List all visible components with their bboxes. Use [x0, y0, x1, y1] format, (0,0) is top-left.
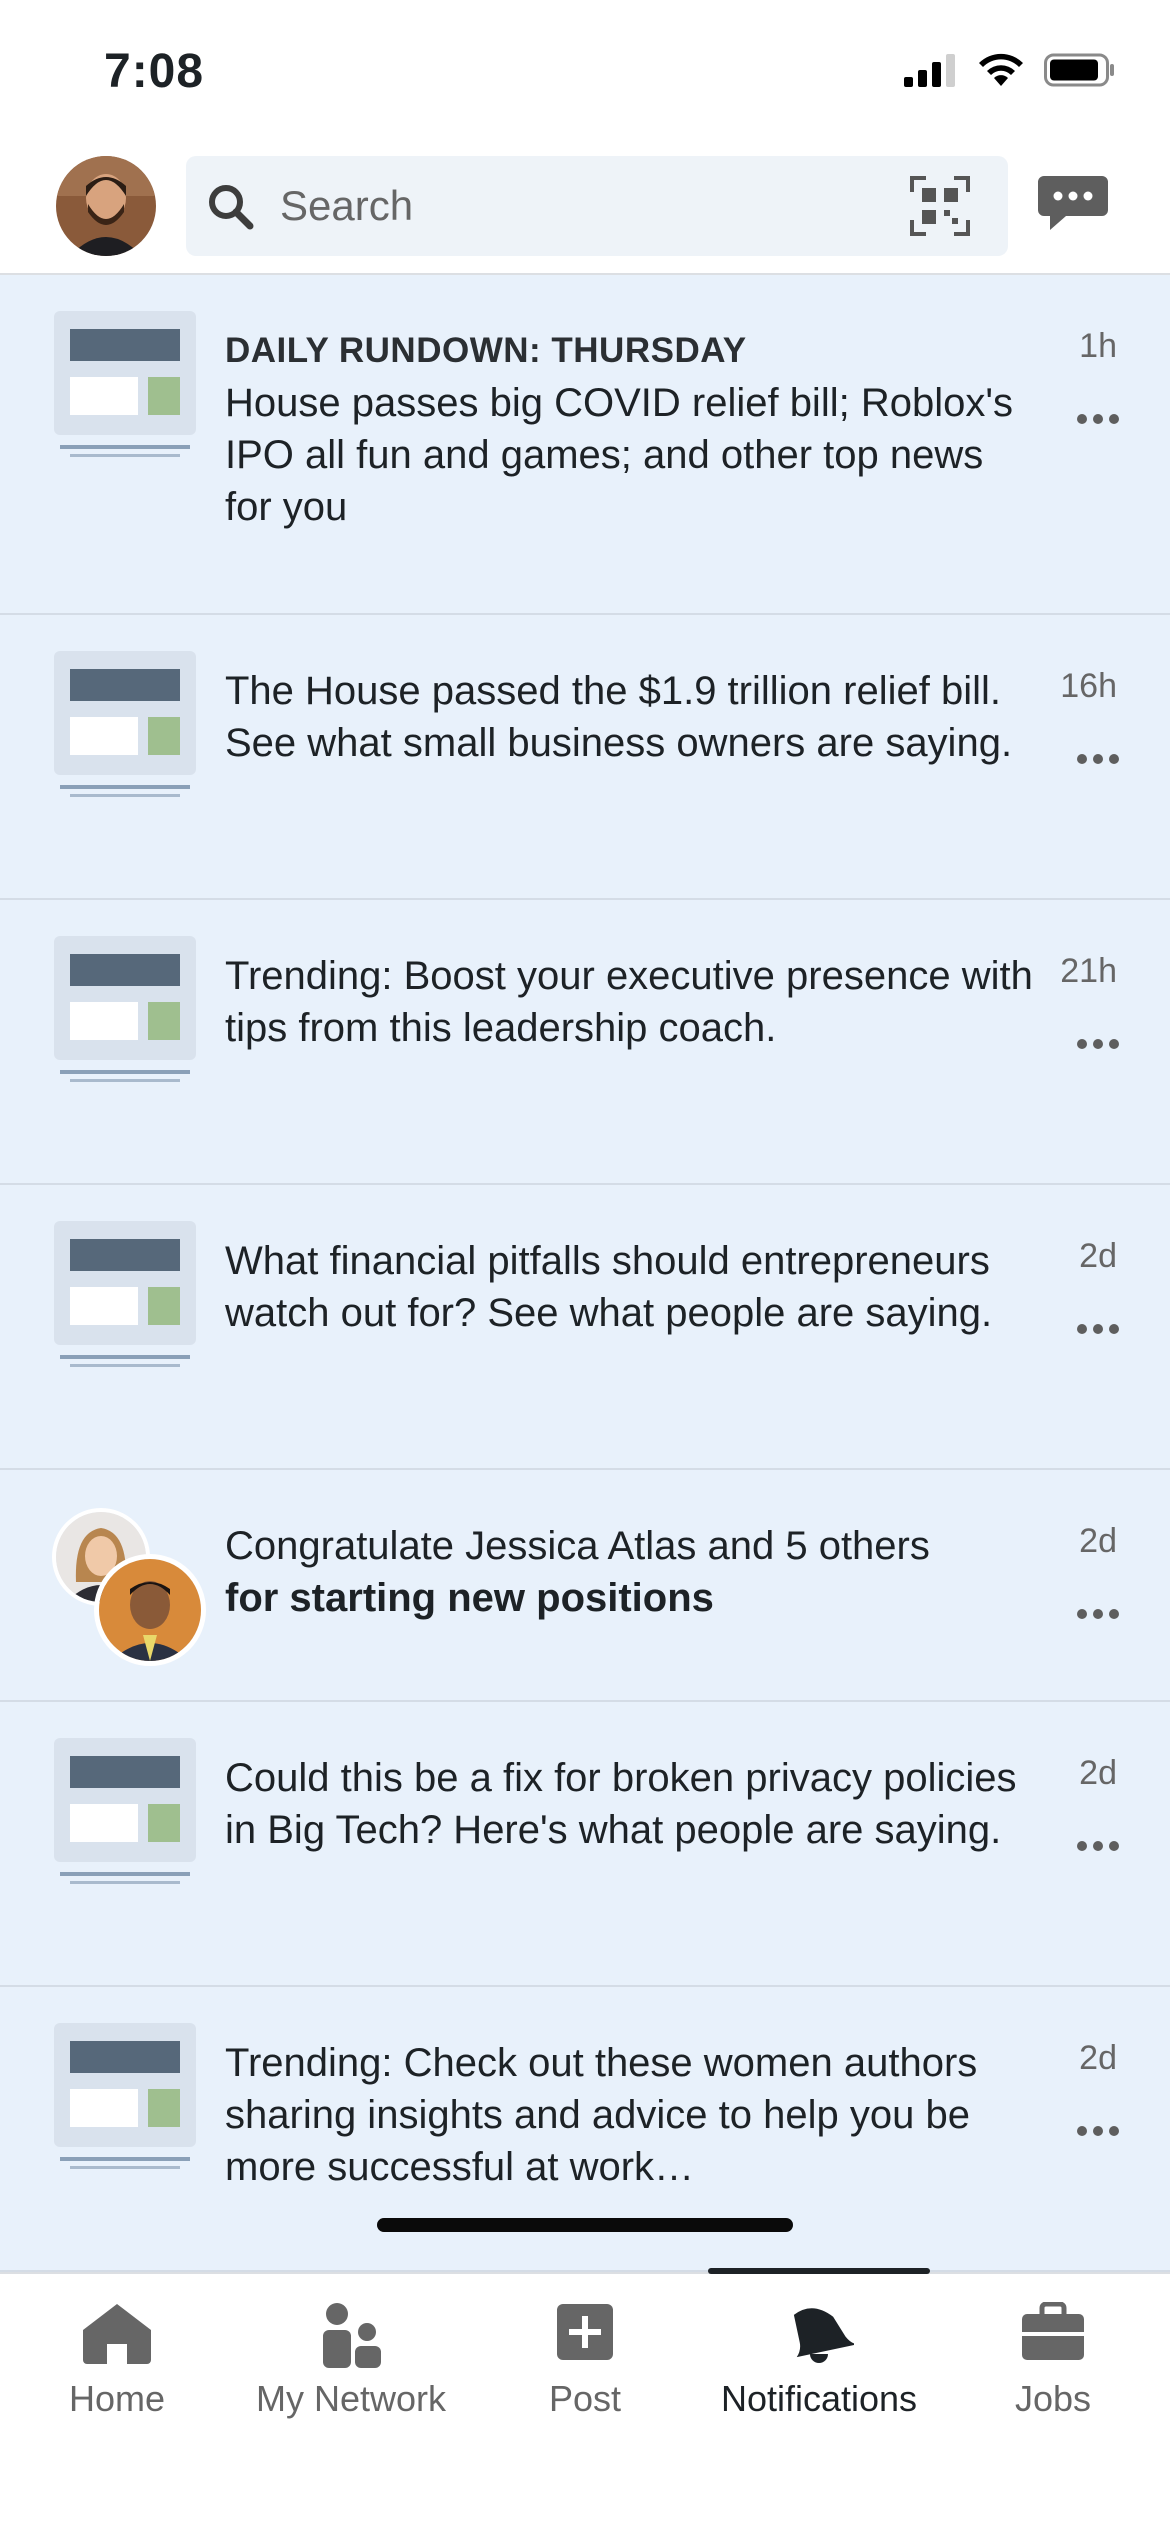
cellular-signal-icon [904, 54, 955, 87]
notifications-feed: DAILY RUNDOWN: THURSDAY House passes big… [0, 275, 1170, 2272]
people-avatars [52, 1508, 212, 1668]
search-icon [209, 185, 254, 230]
search-input[interactable]: Search [186, 156, 1008, 256]
bell-icon [793, 2308, 854, 2363]
notification-time: 2d [1079, 1754, 1117, 1792]
status-icons [904, 52, 1116, 88]
wifi-icon [979, 53, 1023, 86]
notification-item[interactable]: Could this be a fix for broken privacy p… [0, 1702, 1170, 1987]
notification-text: Could this be a fix for broken privacy p… [225, 1756, 1017, 1852]
notification-item[interactable]: Trending: Boost your executive presence … [0, 900, 1170, 1185]
article-thumbnail-icon [54, 2023, 196, 2169]
article-thumbnail-icon [54, 936, 196, 1082]
tab-label: Notifications [720, 2378, 918, 2419]
notification-text: The House passed the $1.9 trillion relie… [225, 669, 1013, 765]
tab-notifications[interactable]: Notifications [702, 2274, 936, 2444]
profile-avatar[interactable] [56, 156, 156, 256]
briefcase-icon [1022, 2302, 1084, 2360]
tab-post[interactable]: Post [468, 2274, 702, 2444]
notification-item[interactable]: Congratulate Jessica Atlas and 5 others … [0, 1470, 1170, 1702]
notification-text: What financial pitfalls should entrepren… [225, 1239, 993, 1335]
tab-label: Home [68, 2378, 166, 2419]
article-thumbnail-icon [54, 1738, 196, 1884]
search-placeholder: Search [280, 182, 414, 229]
more-options-icon[interactable] [1076, 1608, 1120, 1620]
tab-label: My Network [255, 2378, 447, 2419]
top-bar: Search [0, 150, 1170, 275]
more-options-icon[interactable] [1076, 753, 1120, 765]
notification-item[interactable]: The House passed the $1.9 trillion relie… [0, 615, 1170, 900]
notification-text: Trending: Check out these women authors … [225, 2041, 978, 2189]
tab-label: Jobs [1014, 2378, 1092, 2419]
notification-time: 2d [1079, 1237, 1117, 1275]
notification-text: Congratulate Jessica Atlas and 5 others [225, 1524, 930, 1568]
article-thumbnail-icon [54, 311, 196, 457]
network-icon [323, 2303, 381, 2368]
article-thumbnail-icon [54, 1221, 196, 1367]
notification-text: Trending: Boost your executive presence … [225, 954, 1033, 1050]
more-options-icon[interactable] [1076, 2125, 1120, 2137]
tab-my-network[interactable]: My Network [234, 2274, 468, 2444]
notification-time: 1h [1079, 327, 1117, 365]
qr-code-scan-icon[interactable] [910, 176, 970, 236]
notification-time: 2d [1079, 2039, 1117, 2077]
home-indicator [377, 2218, 793, 2232]
notification-item[interactable]: What financial pitfalls should entrepren… [0, 1185, 1170, 1470]
more-options-icon[interactable] [1076, 1038, 1120, 1050]
tab-home[interactable]: Home [0, 2274, 234, 2444]
notification-header: DAILY RUNDOWN: THURSDAY [225, 331, 747, 370]
post-icon [557, 2304, 613, 2360]
status-time: 7:08 [104, 45, 205, 98]
notification-text-bold: for starting new positions [225, 1576, 714, 1620]
more-options-icon[interactable] [1076, 413, 1120, 425]
more-options-icon[interactable] [1076, 1840, 1120, 1852]
notification-item[interactable]: DAILY RUNDOWN: THURSDAY House passes big… [0, 275, 1170, 615]
tab-jobs[interactable]: Jobs [936, 2274, 1170, 2444]
status-bar: 7:08 [0, 0, 1170, 150]
notification-time: 2d [1079, 1522, 1117, 1560]
tab-label: Post [548, 2378, 622, 2419]
messaging-icon[interactable] [1036, 172, 1110, 236]
bottom-navigation: Home My Network Post Notifications Jobs [0, 2268, 1170, 2532]
notification-time: 21h [1060, 952, 1117, 990]
more-options-icon[interactable] [1076, 1323, 1120, 1335]
notification-text: House passes big COVID relief bill; Robl… [225, 381, 1013, 529]
battery-icon [1044, 53, 1114, 87]
home-icon [83, 2304, 151, 2364]
person-avatar [94, 1554, 206, 1666]
notification-time: 16h [1060, 667, 1117, 705]
article-thumbnail-icon [54, 651, 196, 797]
